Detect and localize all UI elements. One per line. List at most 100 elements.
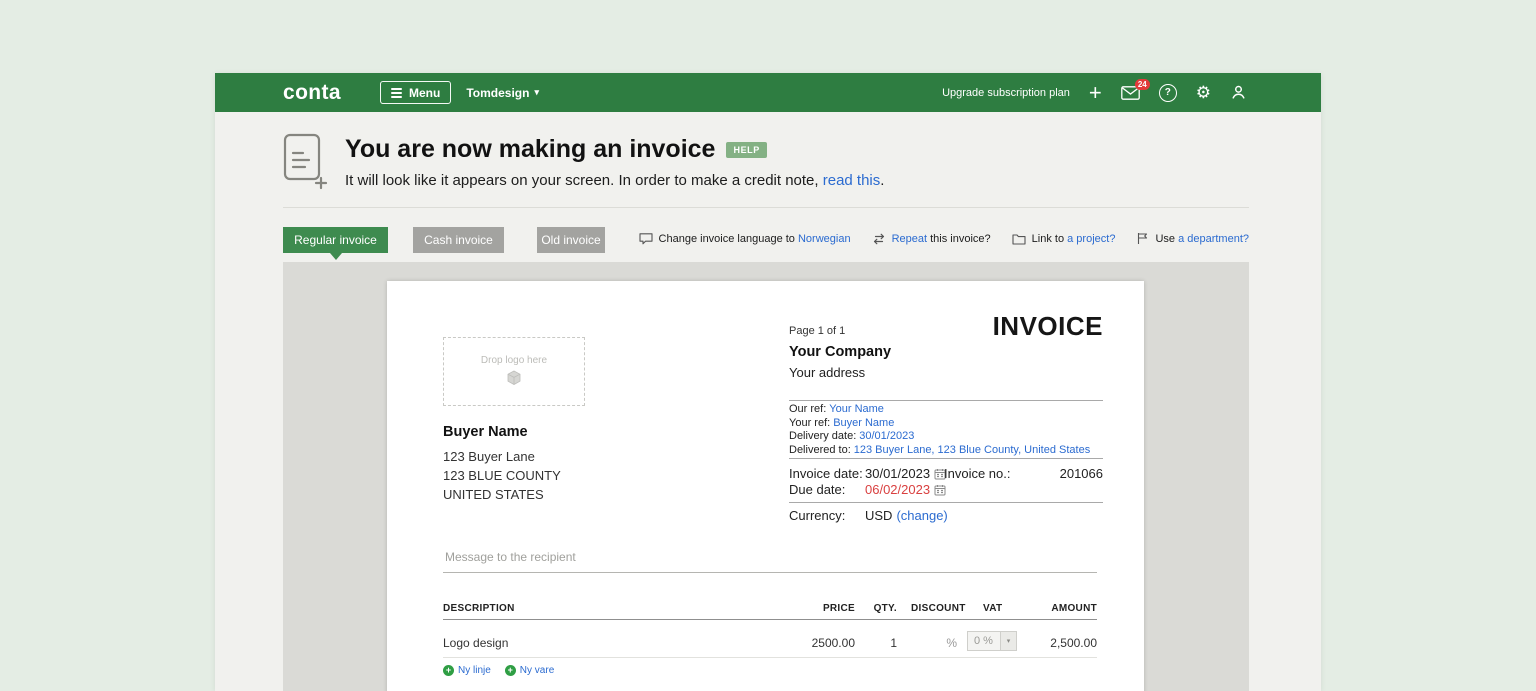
repeat-invoice-item[interactable]: Repeat this invoice?: [872, 233, 991, 245]
invoice-number-value[interactable]: 201066: [1060, 466, 1103, 481]
repeat-link[interactable]: Repeat: [892, 233, 927, 245]
logo-drop-zone[interactable]: Drop logo here: [443, 337, 585, 406]
reference-block: Our ref:Your Name Your ref:Buyer Name De…: [789, 403, 1090, 457]
ref-value[interactable]: 30/01/2023: [859, 430, 914, 442]
upgrade-plan-link[interactable]: Upgrade subscription plan: [942, 87, 1070, 99]
column-header-amount: AMOUNT: [1051, 603, 1097, 614]
buyer-address-line[interactable]: 123 BLUE COUNTY: [443, 466, 561, 485]
subtitle-period: .: [880, 172, 884, 189]
line-item-discount[interactable]: %: [911, 636, 957, 650]
currency-value: USD: [865, 508, 892, 523]
add-item-button[interactable]: + Ny vare: [505, 665, 554, 676]
invoice-number-label: Invoice no.:: [944, 466, 1011, 481]
folder-icon: [1012, 233, 1026, 245]
language-norwegian-link[interactable]: Norwegian: [798, 233, 851, 245]
conta-logo[interactable]: conta: [283, 81, 341, 105]
profile-icon[interactable]: [1230, 84, 1247, 101]
topbar-actions: Upgrade subscription plan + 24 ? ⚙: [942, 82, 1247, 104]
column-header-description: DESCRIPTION: [443, 603, 515, 614]
app-window: conta Menu Tomdesign ▾ Upgrade subscript…: [215, 73, 1321, 691]
tab-old-invoice[interactable]: Old invoice: [537, 227, 605, 253]
mail-icon[interactable]: 24: [1121, 86, 1140, 100]
department-link[interactable]: a department?: [1178, 233, 1249, 245]
due-date-row: Due date: 06/02/2023: [789, 482, 1103, 498]
account-name: Tomdesign: [466, 86, 529, 100]
ref-value[interactable]: Your Name: [829, 403, 884, 415]
divider: [283, 207, 1249, 208]
hamburger-icon: [391, 88, 402, 98]
repeat-suffix: this invoice?: [927, 233, 991, 245]
subtitle-text: It will look like it appears on your scr…: [345, 172, 823, 189]
read-this-link[interactable]: read this: [823, 172, 881, 189]
link-project-text: Link to a project?: [1032, 233, 1116, 245]
column-header-qty: QTY.: [874, 603, 897, 614]
add-line-label: Ny linje: [458, 665, 491, 676]
ref-label: Your ref:: [789, 417, 830, 429]
add-item-label: Ny vare: [520, 665, 554, 676]
buyer-address-block[interactable]: Buyer Name 123 Buyer Lane 123 BLUE COUNT…: [443, 424, 561, 504]
change-language-item[interactable]: Change invoice language to Norwegian: [639, 232, 851, 245]
invoice-date-value[interactable]: 30/01/2023: [865, 466, 930, 481]
line-item-price[interactable]: 2500.00: [812, 636, 855, 650]
help-badge[interactable]: HELP: [726, 142, 766, 158]
top-navigation-bar: conta Menu Tomdesign ▾ Upgrade subscript…: [215, 73, 1321, 112]
ref-label: Delivered to:: [789, 444, 851, 456]
department-icon: [1136, 232, 1149, 245]
add-row-links: + Ny linje + Ny vare: [443, 665, 554, 676]
menu-button[interactable]: Menu: [380, 81, 451, 104]
settings-gear-icon[interactable]: ⚙: [1196, 84, 1211, 101]
currency-label: Currency:: [789, 508, 845, 523]
add-new-icon[interactable]: +: [1089, 82, 1102, 104]
language-prefix: Change invoice language to: [659, 233, 798, 245]
ref-value[interactable]: Buyer Name: [833, 417, 894, 429]
page-header: You are now making an invoice HELP: [345, 135, 767, 164]
repeat-icon: [872, 233, 886, 245]
page-subtitle: It will look like it appears on your scr…: [345, 172, 884, 189]
buyer-name[interactable]: Buyer Name: [443, 424, 561, 440]
due-date-label: Due date:: [789, 482, 845, 497]
message-to-recipient-input[interactable]: [443, 549, 877, 565]
ref-value[interactable]: 123 Buyer Lane, 123 Blue County, United …: [854, 444, 1090, 456]
ref-label: Delivery date:: [789, 430, 856, 442]
due-date-value[interactable]: 06/02/2023: [865, 482, 930, 497]
column-header-discount: DISCOUNT: [911, 603, 966, 614]
project-link[interactable]: a project?: [1067, 233, 1115, 245]
tab-regular-invoice[interactable]: Regular invoice: [283, 227, 388, 253]
divider: [443, 619, 1097, 620]
plus-circle-icon: +: [443, 665, 454, 676]
account-switcher[interactable]: Tomdesign ▾: [466, 86, 539, 100]
help-icon[interactable]: ?: [1159, 84, 1177, 102]
calendar-icon[interactable]: [934, 484, 946, 496]
ref-label: Our ref:: [789, 403, 826, 415]
company-address[interactable]: Your address: [789, 365, 865, 380]
page-count-label: Page 1 of 1: [789, 325, 845, 337]
invoice-doc-title: INVOICE: [993, 311, 1103, 342]
menu-button-label: Menu: [409, 86, 440, 100]
department-prefix: Use: [1155, 233, 1178, 245]
buyer-address-line[interactable]: UNITED STATES: [443, 485, 561, 504]
language-bubble-icon: [639, 232, 653, 245]
project-prefix: Link to: [1032, 233, 1067, 245]
link-project-item[interactable]: Link to a project?: [1012, 233, 1116, 245]
vat-dropdown[interactable]: 0 % ▾: [967, 631, 1017, 651]
invoice-paper: Drop logo here Page 1 of 1 INVOICE Your …: [387, 281, 1144, 691]
chevron-down-icon: ▾: [534, 88, 539, 97]
line-item-qty[interactable]: 1: [890, 636, 897, 650]
use-department-item[interactable]: Use a department?: [1136, 232, 1249, 245]
ref-our-ref: Our ref:Your Name: [789, 403, 1090, 417]
company-name[interactable]: Your Company: [789, 344, 891, 360]
package-cube-icon: [506, 370, 522, 389]
buyer-address-line[interactable]: 123 Buyer Lane: [443, 447, 561, 466]
invoice-date-row: Invoice date: 30/01/2023 Invoice no.: 20…: [789, 466, 1103, 482]
line-item-description[interactable]: Logo design: [443, 636, 508, 650]
notification-badge: 24: [1135, 79, 1150, 91]
currency-change-link[interactable]: (change): [896, 508, 947, 523]
logo-drop-label: Drop logo here: [481, 355, 547, 366]
tab-cash-invoice[interactable]: Cash invoice: [413, 227, 504, 253]
ref-your-ref: Your ref:Buyer Name: [789, 417, 1090, 431]
column-header-price: PRICE: [823, 603, 855, 614]
add-line-button[interactable]: + Ny linje: [443, 665, 491, 676]
ref-delivery-date: Delivery date:30/01/2023: [789, 430, 1090, 444]
vat-selected-value: 0 %: [968, 632, 1000, 650]
invoice-date-label: Invoice date:: [789, 466, 863, 481]
